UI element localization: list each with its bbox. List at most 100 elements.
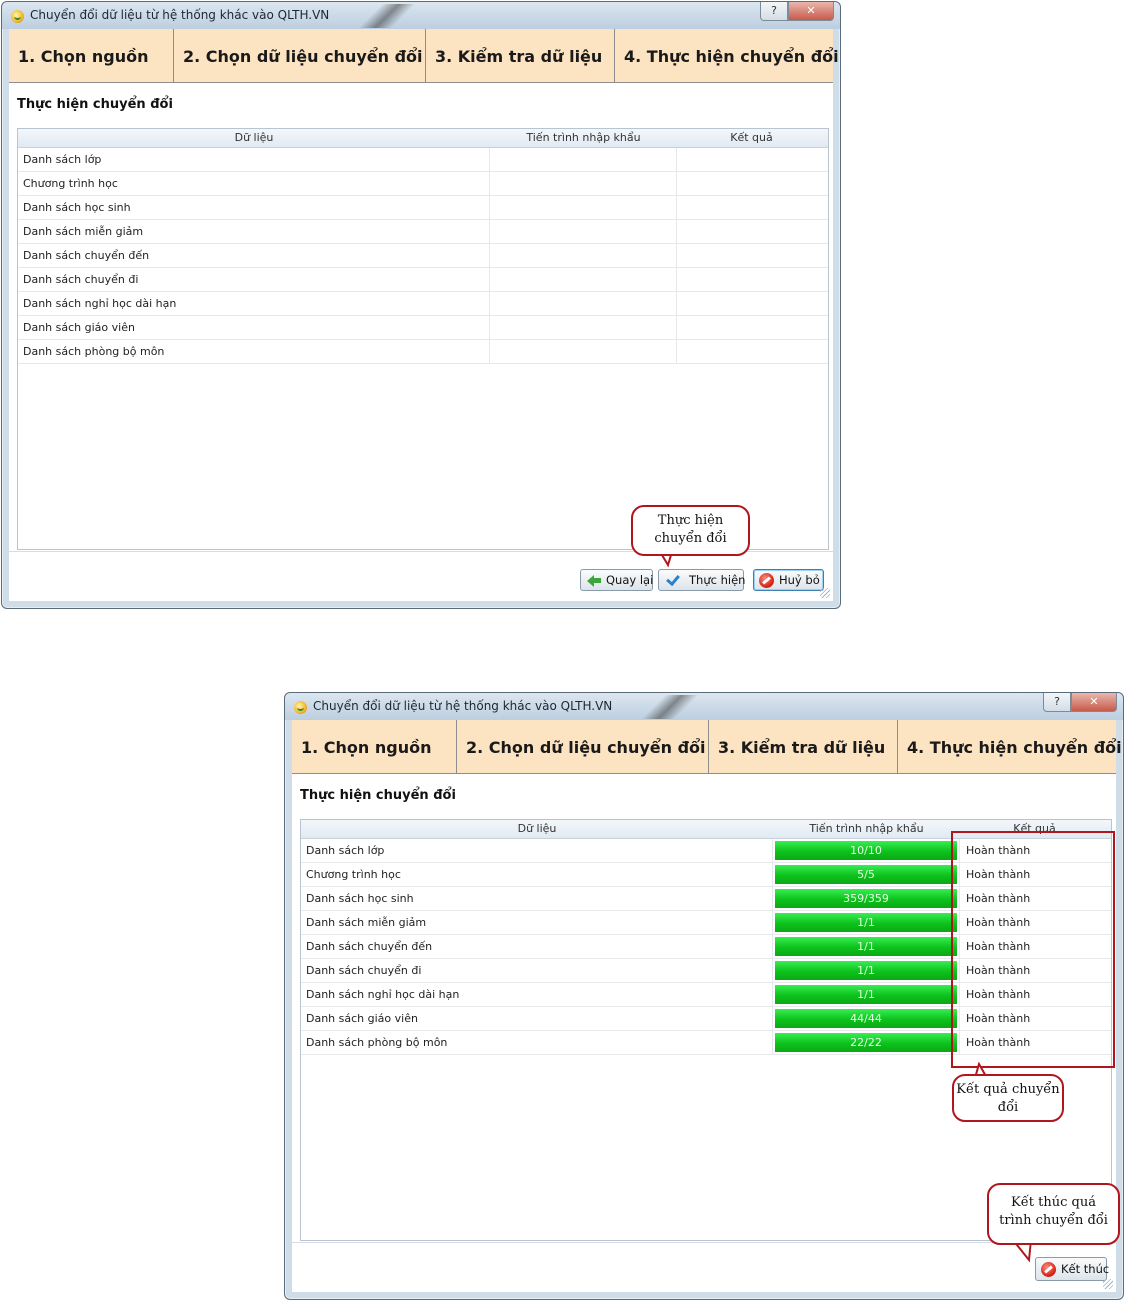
cell-progress: 1/1 [773, 959, 960, 982]
cell-progress [490, 292, 677, 315]
cell-result [677, 244, 826, 267]
cell-data-name: Danh sách lớp [301, 839, 773, 862]
title-bar[interactable]: Chuyển đổi dữ liệu từ hệ thống khác vào … [2, 2, 840, 29]
close-button[interactable]: ✕ [1071, 693, 1117, 712]
resize-grip[interactable] [1103, 1279, 1113, 1289]
run-button-label: Thực hiện [689, 573, 746, 587]
step-check-data[interactable]: 3. Kiểm tra dữ liệu [426, 29, 615, 82]
step-check-data[interactable]: 3. Kiểm tra dữ liệu [709, 720, 898, 773]
cell-progress [490, 268, 677, 291]
progress-bar: 359/359 [775, 889, 957, 908]
finish-button-label: Kết thúc [1061, 1262, 1110, 1276]
table-row[interactable]: Danh sách lớp [18, 148, 828, 172]
step-choose-source[interactable]: 1. Chọn nguồn [9, 29, 174, 82]
column-header-result[interactable]: Kết quả [677, 129, 826, 147]
cell-data-name: Danh sách học sinh [301, 887, 773, 910]
progress-bar: 1/1 [775, 913, 957, 932]
checkmark-icon [664, 573, 679, 588]
cell-data-name: Danh sách chuyển đi [301, 959, 773, 982]
section-title: Thực hiện chuyển đổi [300, 788, 456, 803]
back-button[interactable]: Quay lại [580, 569, 653, 591]
step-run-conversion[interactable]: 4. Thực hiện chuyển đổi [898, 720, 1122, 773]
run-button[interactable]: Thực hiện [658, 569, 746, 591]
cell-data-name: Danh sách học sinh [18, 196, 490, 219]
finish-button[interactable]: Kết thúc [1035, 1257, 1110, 1281]
callout-conversion-result: Kết quả chuyển đổi [952, 1074, 1064, 1122]
grid-header: Dữ liệu Tiến trình nhập khẩu Kết quả [18, 129, 828, 148]
progress-bar: 1/1 [775, 937, 957, 956]
cell-data-name: Chương trình học [301, 863, 773, 886]
table-row[interactable]: Danh sách nghỉ học dài hạn [18, 292, 828, 316]
window-title: Chuyển đổi dữ liệu từ hệ thống khác vào … [30, 8, 330, 22]
title-decoration [357, 4, 417, 28]
cell-data-name: Danh sách chuyển đi [18, 268, 490, 291]
column-header-data[interactable]: Dữ liệu [301, 820, 773, 838]
table-row[interactable]: Danh sách giáo viên [18, 316, 828, 340]
help-button[interactable]: ? [760, 2, 788, 21]
cell-data-name: Danh sách phòng bộ môn [301, 1031, 773, 1054]
data-grid: Dữ liệu Tiến trình nhập khẩu Kết quả Dan… [17, 128, 829, 550]
progress-bar: 22/22 [775, 1033, 957, 1052]
grid-rows: Danh sách lớp Chương trình học Danh sách h… [18, 148, 828, 364]
table-row[interactable]: Chương trình học [18, 172, 828, 196]
table-row[interactable]: Danh sách học sinh [18, 196, 828, 220]
cancel-button-label: Huỷ bỏ [779, 573, 820, 587]
cell-progress [490, 196, 677, 219]
app-icon [294, 701, 307, 714]
cell-result [677, 220, 826, 243]
column-header-progress[interactable]: Tiến trình nhập khẩu [773, 820, 960, 838]
table-row[interactable]: Danh sách chuyển đến [18, 244, 828, 268]
cell-data-name: Danh sách miễn giảm [301, 911, 773, 934]
close-button[interactable]: ✕ [788, 2, 834, 21]
column-header-data[interactable]: Dữ liệu [18, 129, 490, 147]
cell-progress: 359/359 [773, 887, 960, 910]
table-row[interactable]: Danh sách chuyển đi [18, 268, 828, 292]
progress-bar: 1/1 [775, 985, 957, 1004]
table-row[interactable]: Danh sách miễn giảm [18, 220, 828, 244]
progress-bar: 44/44 [775, 1009, 957, 1028]
cell-data-name: Danh sách giáo viên [301, 1007, 773, 1030]
cell-progress: 1/1 [773, 911, 960, 934]
resize-grip[interactable] [820, 588, 830, 598]
result-highlight-box [951, 831, 1115, 1068]
step-run-conversion[interactable]: 4. Thực hiện chuyển đổi [615, 29, 839, 82]
cell-data-name: Danh sách giáo viên [18, 316, 490, 339]
cell-progress: 10/10 [773, 839, 960, 862]
callout-run-conversion: Thực hiện chuyển đổi [631, 505, 750, 556]
callout-finish-process: Kết thúc quá trình chuyển đổi [987, 1183, 1120, 1245]
table-row[interactable]: Danh sách phòng bộ môn [18, 340, 828, 364]
step-choose-source[interactable]: 1. Chọn nguồn [292, 720, 457, 773]
cell-progress [490, 220, 677, 243]
back-button-label: Quay lại [606, 573, 654, 587]
cell-progress: 1/1 [773, 935, 960, 958]
progress-bar: 1/1 [775, 961, 957, 980]
cell-progress: 44/44 [773, 1007, 960, 1030]
title-bar[interactable]: Chuyển đổi dữ liệu từ hệ thống khác vào … [285, 693, 1123, 720]
cell-data-name: Danh sách chuyển đến [18, 244, 490, 267]
step-choose-data[interactable]: 2. Chọn dữ liệu chuyển đổi [174, 29, 426, 82]
cell-progress [490, 148, 677, 171]
cancel-button[interactable]: Huỷ bỏ [753, 569, 824, 591]
cell-data-name: Chương trình học [18, 172, 490, 195]
back-arrow-icon [586, 573, 601, 588]
wizard-steps: 1. Chọn nguồn 2. Chọn dữ liệu chuyển đổi… [9, 29, 839, 83]
column-header-progress[interactable]: Tiến trình nhập khẩu [490, 129, 677, 147]
cell-result [677, 148, 826, 171]
cell-data-name: Danh sách nghỉ học dài hạn [18, 292, 490, 315]
help-button[interactable]: ? [1043, 693, 1071, 712]
cell-result [677, 172, 826, 195]
cell-result [677, 340, 826, 363]
cell-progress [490, 172, 677, 195]
title-decoration [640, 695, 700, 719]
app-icon [11, 10, 24, 23]
cell-data-name: Danh sách nghỉ học dài hạn [301, 983, 773, 1006]
step-choose-data[interactable]: 2. Chọn dữ liệu chuyển đổi [457, 720, 709, 773]
cell-result [677, 292, 826, 315]
cell-progress [490, 340, 677, 363]
cell-data-name: Danh sách lớp [18, 148, 490, 171]
section-title: Thực hiện chuyển đổi [17, 97, 173, 112]
window-title: Chuyển đổi dữ liệu từ hệ thống khác vào … [313, 699, 613, 713]
cell-progress: 5/5 [773, 863, 960, 886]
progress-bar: 10/10 [775, 841, 957, 860]
cell-progress: 22/22 [773, 1031, 960, 1054]
